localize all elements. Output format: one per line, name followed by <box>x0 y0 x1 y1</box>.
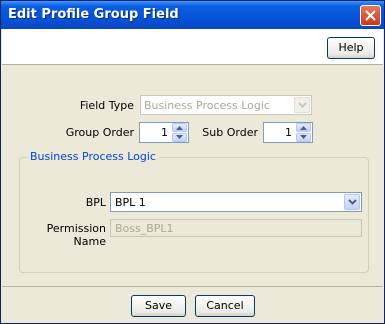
sub-order-label: Sub Order <box>202 126 258 139</box>
chevron-down-icon <box>348 199 357 205</box>
group-order-value[interactable]: 1 <box>161 126 168 139</box>
field-type-label: Field Type <box>79 99 134 112</box>
dialog-title: Edit Profile Group Field <box>8 7 179 22</box>
permission-name-field: Boss_BPL1 <box>110 219 362 237</box>
group-order-label: Group Order <box>65 126 134 139</box>
close-button[interactable] <box>360 5 381 26</box>
group-title: Business Process Logic <box>27 150 159 163</box>
field-type-select: Business Process Logic <box>140 95 312 115</box>
arrow-down-icon <box>176 135 183 139</box>
bpl-dropdown-button[interactable] <box>344 194 360 210</box>
sub-order-increment[interactable] <box>296 123 311 132</box>
bpl-value[interactable]: BPL 1 <box>115 196 146 209</box>
save-button[interactable]: Save <box>131 295 186 317</box>
sub-order-decrement[interactable] <box>296 133 311 142</box>
edit-profile-group-field-dialog: Edit Profile Group Field Help Field Type… <box>0 0 385 324</box>
arrow-up-icon <box>176 126 183 130</box>
title-bar[interactable]: Edit Profile Group Field <box>1 1 384 29</box>
arrow-down-icon <box>300 135 307 139</box>
help-bar: Help <box>2 29 383 65</box>
sub-order-value[interactable]: 1 <box>285 126 292 139</box>
group-order-decrement[interactable] <box>172 133 187 142</box>
group-order-spinner[interactable]: 1 <box>139 122 189 143</box>
bpl-label: BPL <box>85 196 106 209</box>
business-process-logic-group: Business Process Logic BPL BPL 1 Permiss… <box>19 150 369 273</box>
form-area: Field Type Business Process Logic Group … <box>2 66 383 286</box>
group-order-increment[interactable] <box>172 123 187 132</box>
field-type-dropdown-button <box>294 97 310 113</box>
dialog-footer: Save Cancel <box>2 286 383 323</box>
bpl-select[interactable]: BPL 1 <box>110 192 362 212</box>
arrow-up-icon <box>300 126 307 130</box>
permission-name-value: Boss_BPL1 <box>115 222 174 235</box>
close-icon <box>365 10 376 21</box>
help-button[interactable]: Help <box>327 37 375 59</box>
sub-order-spinner[interactable]: 1 <box>263 122 313 143</box>
chevron-down-icon <box>298 102 307 108</box>
field-type-value: Business Process Logic <box>144 99 270 112</box>
cancel-button[interactable]: Cancel <box>195 295 255 317</box>
permission-name-label: Permission Name <box>46 222 106 248</box>
